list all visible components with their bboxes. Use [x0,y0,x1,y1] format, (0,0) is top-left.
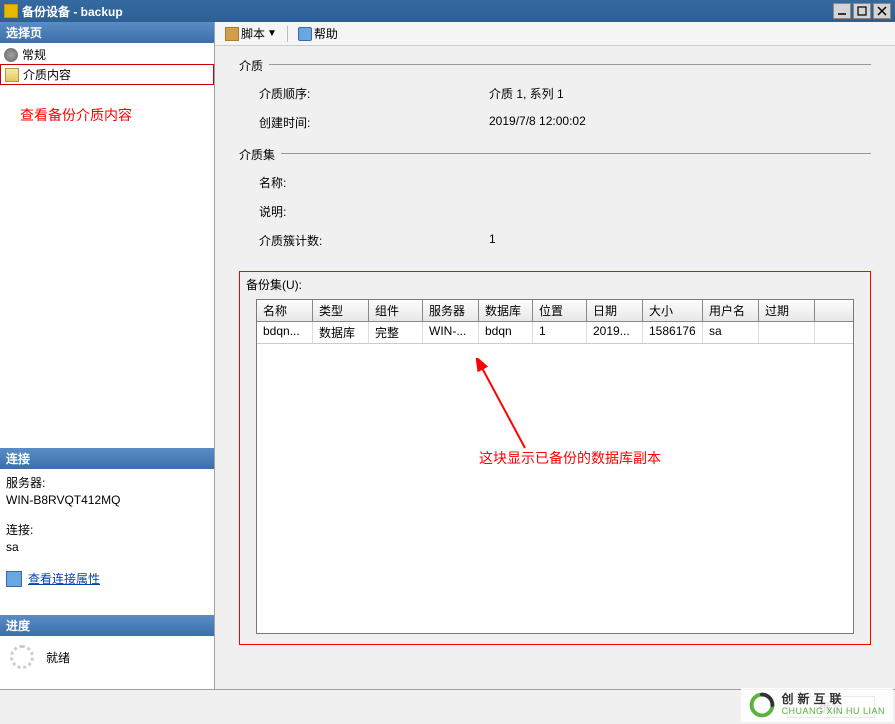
grid-header-cell[interactable]: 名称 [257,300,313,321]
sidebar-header-connection: 连接 [0,448,214,469]
help-label: 帮助 [314,25,338,42]
grid-cell: bdqn... [257,322,313,343]
chevron-down-icon: ▼ [267,28,277,39]
view-connection-props-link[interactable]: 查看连接属性 [28,570,100,587]
grid-header-cell[interactable]: 服务器 [423,300,479,321]
media-section: 介质 介质顺序: 介质 1, 系列 1 创建时间: 2019/7/8 12:00… [239,64,871,137]
server-value: WIN-B8RVQT412MQ [6,493,208,507]
grid-cell: bdqn [479,322,533,343]
grid-cell: 数据库 [313,322,369,343]
help-icon [298,27,312,41]
grid-header-cell[interactable]: 位置 [533,300,587,321]
watermark: 创新互联 CHUANG XIN HU LIAN [741,688,893,722]
grid-header-cell[interactable]: 用户名 [703,300,759,321]
grid-header-cell[interactable]: 组件 [369,300,423,321]
grid-header-cell[interactable]: 日期 [587,300,643,321]
script-button[interactable]: 脚本 ▼ [221,24,281,43]
progress-status: 就绪 [46,649,70,666]
title-bar: 备份设备 - backup [0,0,895,22]
toolbar-separator [287,26,288,42]
sidebar: 选择页 常规 介质内容 查看备份介质内容 连接 服务器: WIN-B8RVQT4… [0,22,215,689]
grid-header: 名称 类型 组件 服务器 数据库 位置 日期 大小 用户名 过期 [257,300,853,322]
arrow-annotation-icon [475,358,535,458]
spinner-icon [10,645,34,669]
window-title: 备份设备 - backup [22,3,833,20]
gear-icon [4,48,18,62]
grid-cell: 2019... [587,322,643,343]
table-row[interactable]: bdqn... 数据库 完整 WIN-... bdqn 1 2019... 15… [257,322,853,344]
grid-header-cell[interactable]: 类型 [313,300,369,321]
mediaset-desc-label: 说明: [259,203,489,220]
watermark-cn: 创新互联 [781,693,885,706]
properties-icon [6,571,22,587]
backupset-label: 备份集(U): [246,276,864,293]
toolbar: 脚本 ▼ 帮助 [215,22,895,46]
watermark-logo-icon [749,692,775,718]
progress-section: 就绪 [0,636,214,689]
sidebar-header-progress: 进度 [0,615,214,636]
grid-cell: 完整 [369,322,423,343]
backupset-box: 备份集(U): 名称 类型 组件 服务器 数据库 位置 日期 大小 用户名 过期 [239,271,871,645]
maximize-button[interactable] [853,3,871,19]
script-label: 脚本 [241,25,265,42]
grid-header-cell[interactable]: 大小 [643,300,703,321]
connection-section: 服务器: WIN-B8RVQT412MQ 连接: sa 查看连接属性 [0,469,214,595]
annotation-view-media: 查看备份介质内容 [20,105,194,125]
connection-label: 连接: [6,521,208,538]
minimize-button[interactable] [833,3,851,19]
grid-cell: 1586176 [643,322,703,343]
media-created-label: 创建时间: [259,114,489,131]
tree-item-label: 介质内容 [23,66,71,83]
media-order-value: 介质 1, 系列 1 [489,85,851,102]
tree-item-general[interactable]: 常规 [0,45,214,64]
mediaset-name-label: 名称: [259,174,489,191]
tree-item-label: 常规 [22,46,46,63]
content-area: 脚本 ▼ 帮助 介质 介质顺序: 介质 1, 系列 1 创建时间: 2019/7… [215,22,895,689]
grid-header-cell[interactable]: 数据库 [479,300,533,321]
app-icon [4,4,18,18]
grid-cell [759,322,815,343]
watermark-en: CHUANG XIN HU LIAN [781,707,885,717]
grid-cell: WIN-... [423,322,479,343]
page-tree: 常规 介质内容 [0,43,214,87]
sidebar-header-select: 选择页 [0,22,214,43]
mediaset-name-value [489,174,851,191]
mediaset-legend: 介质集 [239,146,281,163]
page-icon [5,68,19,82]
grid-cell: sa [703,322,759,343]
grid-cell: 1 [533,322,587,343]
media-created-value: 2019/7/8 12:00:02 [489,114,851,131]
media-legend: 介质 [239,57,269,74]
media-order-label: 介质顺序: [259,85,489,102]
connection-value: sa [6,540,208,554]
grid-header-cell[interactable]: 过期 [759,300,815,321]
annotation-backup-copies: 这块显示已备份的数据库副本 [479,448,661,468]
mediaset-section: 介质集 名称: 说明: 介质簇计数: 1 [239,153,871,255]
mediaset-family-label: 介质簇计数: [259,232,489,249]
script-icon [225,27,239,41]
server-label: 服务器: [6,474,208,491]
help-button[interactable]: 帮助 [294,24,342,43]
close-button[interactable] [873,3,891,19]
mediaset-desc-value [489,203,851,220]
mediaset-family-value: 1 [489,232,851,249]
tree-item-media-content[interactable]: 介质内容 [0,64,214,85]
backupset-grid[interactable]: 名称 类型 组件 服务器 数据库 位置 日期 大小 用户名 过期 bdqn...… [256,299,854,634]
